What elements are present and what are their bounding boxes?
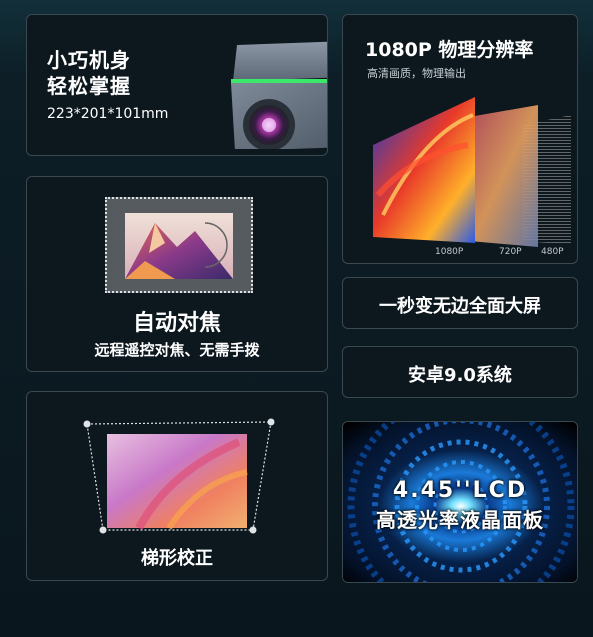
autofocus-subtitle: 远程遥控对焦、无需手拨 bbox=[94, 341, 260, 359]
compact-body-card: 小巧机身 轻松掌握 223*201*101mm bbox=[26, 14, 328, 156]
android-card: 安卓9.0系统 bbox=[342, 346, 578, 398]
mountain-image bbox=[125, 213, 233, 279]
compact-body-title: 小巧机身 轻松掌握 bbox=[47, 47, 131, 99]
lcd-card: 4.45''LCD 高透光率液晶面板 bbox=[342, 421, 578, 583]
resolution-subtitle: 高清画质，物理输出 bbox=[367, 67, 466, 80]
keystone-title: 梯形校正 bbox=[141, 548, 213, 569]
keystone-card: 梯形校正 bbox=[26, 391, 328, 581]
android-text: 安卓9.0系统 bbox=[408, 365, 512, 386]
focus-frame bbox=[105, 197, 253, 293]
autofocus-card: 自动对焦 远程遥控对焦、无需手拨 bbox=[26, 176, 328, 372]
resolution-title: 1080P 物理分辨率 bbox=[365, 39, 534, 61]
label-720p: 720P bbox=[499, 247, 522, 257]
label-1080p: 1080P bbox=[435, 247, 464, 257]
label-480p: 480P bbox=[541, 247, 564, 257]
resolution-card: 1080P 物理分辨率 高清画质，物理输出 1080P 720P 480P bbox=[342, 14, 578, 264]
compact-body-line1: 小巧机身 bbox=[47, 48, 131, 72]
compact-body-line2: 轻松掌握 bbox=[47, 74, 131, 98]
fullscreen-text: 一秒变无边全面大屏 bbox=[379, 296, 541, 317]
projector-image bbox=[231, 41, 327, 149]
resolution-screens-image bbox=[373, 97, 571, 247]
fullscreen-card: 一秒变无边全面大屏 bbox=[342, 277, 578, 329]
autofocus-title: 自动对焦 bbox=[132, 311, 221, 336]
lcd-panel-text: 高透光率液晶面板 bbox=[376, 508, 544, 532]
keystone-image bbox=[83, 418, 275, 534]
lcd-size-text: 4.45''LCD bbox=[392, 478, 528, 503]
dimensions-text: 223*201*101mm bbox=[47, 106, 169, 122]
